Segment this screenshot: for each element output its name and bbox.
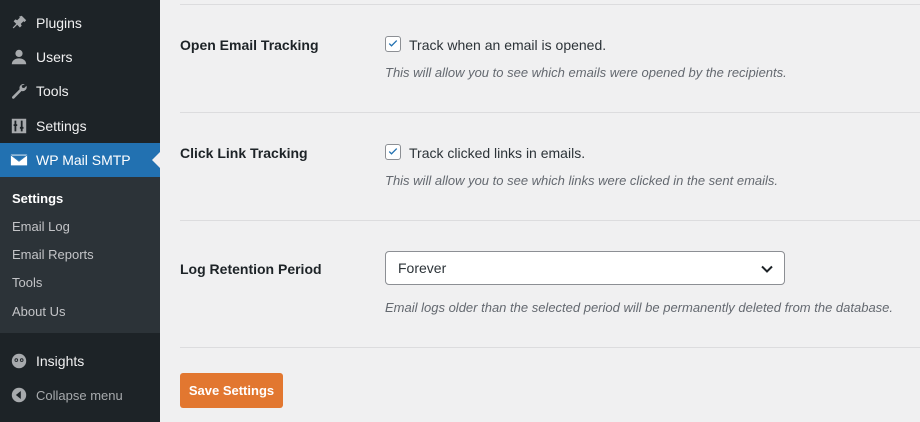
save-settings-button[interactable]: Save Settings: [180, 373, 283, 408]
submenu-item-settings[interactable]: Settings: [12, 191, 63, 206]
open-tracking-checkbox-label[interactable]: Track when an email is opened.: [409, 37, 606, 53]
menu-item-settings[interactable]: Settings: [0, 109, 160, 143]
checkmark-icon: [388, 40, 398, 47]
divider: [180, 220, 920, 221]
menu-item-tools[interactable]: Tools: [0, 74, 160, 108]
click-tracking-checkbox-label[interactable]: Track clicked links in emails.: [409, 145, 585, 161]
settings-panel: Open Email Tracking Track when an email …: [160, 0, 920, 422]
submenu-item-email-log[interactable]: Email Log: [12, 219, 70, 234]
user-icon: [10, 48, 28, 66]
menu-label: Users: [36, 49, 73, 65]
retention-label: Log Retention Period: [180, 261, 322, 277]
menu-label: Tools: [36, 83, 69, 99]
collapse-menu-button[interactable]: Collapse menu: [0, 378, 160, 412]
collapse-label: Collapse menu: [36, 387, 123, 403]
divider: [180, 4, 920, 5]
admin-sidebar: Plugins Users Tools Settings WP Mail SMT…: [0, 0, 160, 422]
retention-selected-value: Forever: [398, 260, 447, 276]
open-tracking-checkbox[interactable]: [385, 36, 401, 52]
collapse-icon: [10, 386, 28, 404]
menu-item-wp-mail-smtp[interactable]: WP Mail SMTP: [0, 143, 160, 177]
plugin-icon: [10, 14, 28, 32]
retention-description: Email logs older than the selected perio…: [385, 300, 894, 315]
menu-label: Plugins: [36, 15, 82, 31]
wrench-icon: [10, 82, 28, 100]
menu-item-insights[interactable]: Insights: [0, 344, 160, 378]
retention-select[interactable]: Forever: [385, 251, 785, 285]
menu-label: Settings: [36, 118, 87, 134]
open-tracking-description: This will allow you to see which emails …: [385, 65, 787, 80]
settings-icon: [10, 117, 28, 135]
submenu: Settings Email Log Email Reports Tools A…: [0, 177, 160, 333]
chevron-down-icon: [760, 262, 774, 276]
checkmark-icon: [388, 148, 398, 155]
mail-icon: [10, 151, 28, 169]
divider: [180, 347, 920, 348]
menu-item-plugins[interactable]: Plugins: [0, 6, 160, 40]
menu-label: Insights: [36, 353, 85, 369]
insights-icon: [10, 352, 28, 370]
click-tracking-checkbox[interactable]: [385, 144, 401, 160]
submenu-item-tools[interactable]: Tools: [12, 275, 42, 290]
active-indicator: [152, 152, 160, 168]
submenu-item-email-reports[interactable]: Email Reports: [12, 247, 94, 262]
divider: [180, 112, 920, 113]
menu-item-users[interactable]: Users: [0, 40, 160, 74]
menu-label: WP Mail SMTP: [36, 152, 131, 168]
submenu-item-about-us[interactable]: About Us: [12, 304, 65, 319]
click-tracking-label: Click Link Tracking: [180, 145, 308, 161]
click-tracking-description: This will allow you to see which links w…: [385, 173, 779, 188]
open-tracking-label: Open Email Tracking: [180, 37, 319, 53]
